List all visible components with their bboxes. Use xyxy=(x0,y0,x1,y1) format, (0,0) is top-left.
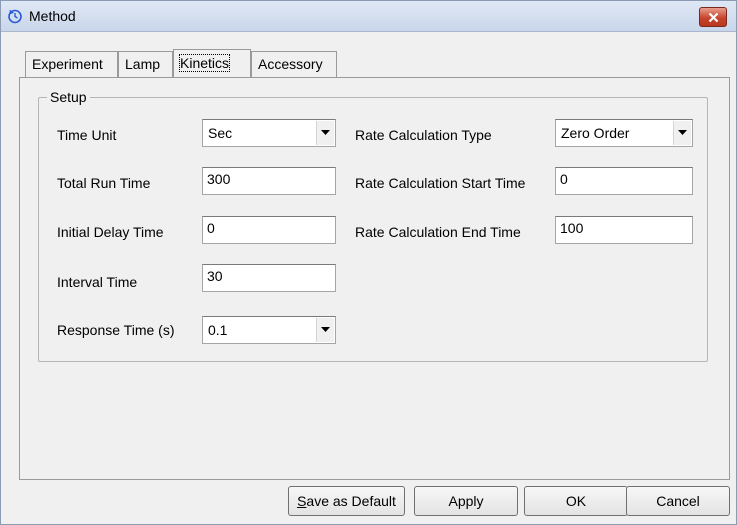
total-run-time-label: Total Run Time xyxy=(57,175,151,191)
tab-label: Accessory xyxy=(258,56,323,72)
save-default-label: ave as Default xyxy=(306,493,396,509)
apply-button[interactable]: Apply xyxy=(414,486,518,516)
title-bar[interactable]: Method xyxy=(1,1,736,32)
tab-label: Experiment xyxy=(32,56,103,72)
rate-calc-type-select[interactable]: Zero Order xyxy=(555,119,693,147)
rate-calc-end-field[interactable]: 100 xyxy=(555,216,693,244)
response-time-label: Response Time (s) xyxy=(57,322,175,338)
setup-group: Setup Time Unit Sec Total Run Time 300 I… xyxy=(38,89,708,362)
close-button[interactable] xyxy=(699,7,727,27)
chevron-down-icon[interactable] xyxy=(316,318,334,342)
interval-time-label: Interval Time xyxy=(57,274,138,290)
chevron-down-icon[interactable] xyxy=(673,121,691,145)
method-dialog: Method Experiment Lamp Kinetics Accessor… xyxy=(0,0,737,525)
response-time-value: 0.1 xyxy=(208,322,228,338)
window-title: Method xyxy=(29,8,76,24)
interval-time-field[interactable]: 30 xyxy=(202,264,336,292)
total-run-time-field[interactable]: 300 xyxy=(202,167,336,195)
close-icon xyxy=(708,12,719,23)
group-title: Setup xyxy=(47,89,90,105)
time-unit-label: Time Unit xyxy=(57,127,117,143)
initial-delay-time-label: Initial Delay Time xyxy=(57,224,164,240)
rate-calc-start-label: Rate Calculation Start Time xyxy=(355,175,526,191)
response-time-select[interactable]: 0.1 xyxy=(202,316,336,344)
tab-kinetics[interactable]: Kinetics xyxy=(173,49,251,77)
cancel-button[interactable]: Cancel xyxy=(626,486,730,516)
rate-calc-end-label: Rate Calculation End Time xyxy=(355,224,521,240)
rate-calc-start-field[interactable]: 0 xyxy=(555,167,693,195)
tab-experiment[interactable]: Experiment xyxy=(25,51,118,77)
save-as-default-button[interactable]: Save as Default xyxy=(288,486,405,516)
tab-label: Lamp xyxy=(125,56,161,72)
time-unit-select[interactable]: Sec xyxy=(202,119,336,147)
rate-calc-type-label: Rate Calculation Type xyxy=(355,127,492,143)
rate-calc-type-value: Zero Order xyxy=(561,125,630,141)
chevron-down-icon[interactable] xyxy=(316,121,334,145)
tab-label: Kinetics xyxy=(178,54,231,72)
time-unit-value: Sec xyxy=(208,125,233,141)
refresh-clock-icon xyxy=(7,8,23,24)
tab-lamp[interactable]: Lamp xyxy=(118,51,173,77)
kinetics-panel: Setup Time Unit Sec Total Run Time 300 I… xyxy=(19,77,730,480)
tab-accessory[interactable]: Accessory xyxy=(251,51,337,77)
ok-button[interactable]: OK xyxy=(524,486,628,516)
initial-delay-time-field[interactable]: 0 xyxy=(202,216,336,244)
